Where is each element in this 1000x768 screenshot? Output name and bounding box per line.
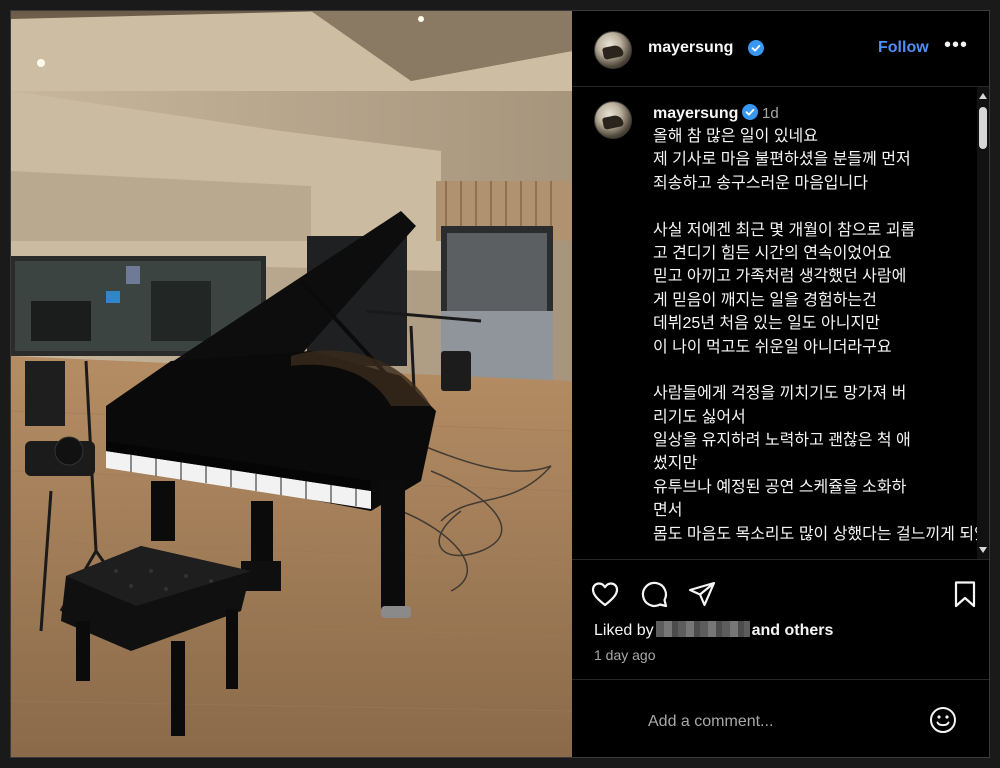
scroll-up-arrow-icon[interactable] <box>979 93 987 99</box>
more-options-icon[interactable]: ••• <box>944 35 968 57</box>
post-header: mayersung Follow ••• <box>572 11 989 87</box>
likes-summary[interactable]: Liked by and others <box>594 621 833 640</box>
caption-line: 리기도 싫어서 <box>653 408 746 426</box>
caption-line <box>653 195 971 218</box>
caption-line: 제 기사로 마음 불편하셨을 분들께 먼저 <box>653 151 911 169</box>
verified-badge-icon <box>742 104 759 120</box>
caption-line: 데뷔25년 처음 있는 일도 아니지만 <box>653 315 880 333</box>
caption-line: 사람들에게 걱정을 끼치기도 망가져 버 <box>653 385 907 403</box>
caption-area: mayersung 1d 올해 참 많은 일이 있네요 제 기사로 마음 불편하… <box>572 87 977 559</box>
caption-line: 게 믿음이 깨지는 일을 경험하는건 <box>653 291 877 309</box>
caption-author: mayersung <box>653 104 759 123</box>
share-icon[interactable] <box>687 579 717 609</box>
heart-icon[interactable] <box>590 579 620 609</box>
caption-line: 올해 참 많은 일이 있네요 <box>653 128 818 145</box>
divider <box>572 559 989 560</box>
caption-line: 몸도 마음도 목소리도 많이 상했다는 걸느끼게 되었어요 <box>653 525 977 543</box>
and-others-link[interactable]: and others <box>752 622 834 639</box>
caption-line: 고 견디기 힘든 시간의 연속이었어요 <box>653 244 892 262</box>
caption-line <box>653 359 971 382</box>
caption-line: 사실 저에겐 최근 몇 개월이 참으로 괴롭 <box>653 221 916 239</box>
caption-username[interactable]: mayersung <box>653 105 738 122</box>
post-dialog: mayersung Follow ••• mayersung 1d 올해 참 많… <box>10 10 990 758</box>
studio-piano-image <box>11 11 572 757</box>
caption-line: 죄송하고 송구스러운 마음입니다 <box>653 174 868 192</box>
blurred-username <box>655 621 750 637</box>
comment-icon[interactable] <box>639 579 669 609</box>
follow-button[interactable]: Follow <box>878 39 929 57</box>
caption-text: 올해 참 많은 일이 있네요 제 기사로 마음 불편하셨을 분들께 먼저 죄송하… <box>653 125 977 546</box>
emoji-icon[interactable] <box>928 705 958 735</box>
bookmark-icon[interactable] <box>950 579 980 609</box>
post-photo <box>11 11 572 757</box>
divider <box>572 679 989 680</box>
caption-avatar[interactable] <box>594 101 632 139</box>
caption-timestamp[interactable]: 1d <box>762 105 779 122</box>
scroll-down-arrow-icon[interactable] <box>979 547 987 553</box>
avatar[interactable] <box>594 31 632 69</box>
caption-line: 이 나이 먹고도 쉬운일 아니더라구요 <box>653 338 892 356</box>
caption-line: 믿고 아끼고 가족처럼 생각했던 사람에 <box>653 268 907 286</box>
verified-badge-icon <box>748 40 764 56</box>
post-age: 1 day ago <box>594 647 656 663</box>
username[interactable]: mayersung <box>648 39 733 57</box>
scrollbar-thumb[interactable] <box>979 107 987 149</box>
caption-line: 썼지만 <box>653 455 698 473</box>
comment-input[interactable] <box>648 711 918 733</box>
caption-line: 면서 <box>653 502 683 520</box>
caption-line: 유투브나 예정된 공연 스케쥴을 소화하 <box>653 478 907 496</box>
caption-scrollbar[interactable] <box>977 87 989 559</box>
post-sidebar: mayersung Follow ••• mayersung 1d 올해 참 많… <box>572 11 989 757</box>
caption-line: 일상을 유지하려 노력하고 괜찮은 척 애 <box>653 432 911 450</box>
liked-by-prefix: Liked by <box>594 622 654 639</box>
